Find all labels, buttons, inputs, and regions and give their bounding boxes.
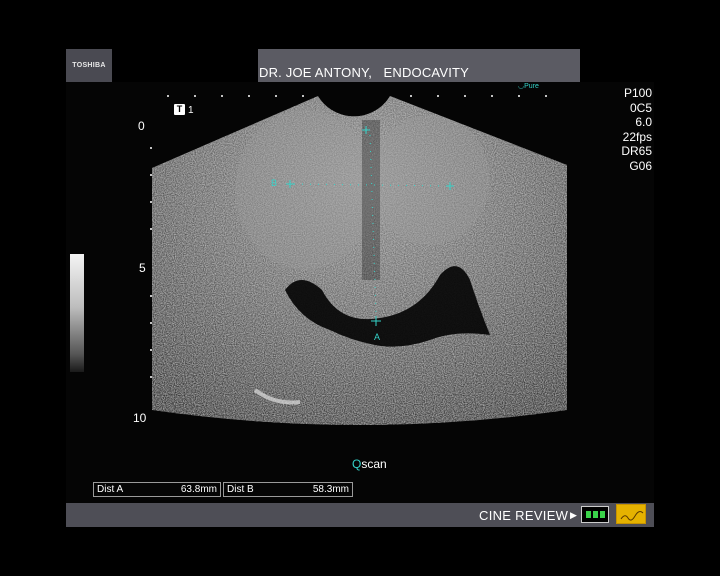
param-probe: 0C5 bbox=[629, 100, 652, 115]
measurement-dist-b: Dist B 58.3mm bbox=[223, 482, 353, 497]
cine-buffer-icon[interactable] bbox=[581, 506, 609, 523]
param-power: P100 bbox=[623, 86, 652, 100]
play-icon[interactable]: ▶ bbox=[570, 510, 577, 521]
caliper-label-b: B bbox=[271, 178, 278, 188]
qscan-rest: scan bbox=[361, 457, 387, 471]
depth-label-10: 10 bbox=[133, 411, 147, 425]
measurement-dist-a: Dist A 63.8mm bbox=[93, 482, 221, 497]
signature-mark bbox=[620, 511, 644, 521]
param-frame-rate: 22fps bbox=[622, 129, 652, 144]
param-gain: G06 bbox=[629, 158, 652, 173]
measurement-label: Dist A bbox=[97, 484, 124, 495]
left-scale-dots bbox=[150, 147, 152, 378]
measurement-value: 58.3mm bbox=[312, 484, 349, 495]
pure-label: Pure bbox=[524, 83, 539, 90]
param-dynamic-range: DR65 bbox=[621, 144, 652, 159]
redaction-block-right bbox=[580, 49, 654, 82]
caliper-label-a: A bbox=[374, 332, 381, 342]
qscan-q: Q bbox=[352, 457, 362, 471]
redaction-block bbox=[112, 49, 258, 82]
top-scale-dots bbox=[167, 95, 547, 97]
signature-logo-icon bbox=[616, 504, 646, 524]
probe-marker-icon: T bbox=[174, 104, 185, 115]
measurement-label: Dist B bbox=[227, 484, 254, 495]
depth-label-0: 0 bbox=[138, 119, 145, 133]
measurement-value: 63.8mm bbox=[180, 484, 217, 495]
pure-tag: ◡Pure bbox=[518, 82, 539, 90]
cine-review-label: CINE REVIEW bbox=[479, 508, 569, 523]
param-frequency: 6.0 bbox=[635, 115, 652, 130]
imaging-parameters: P100 0C5 6.0 22fps DR65 G06 bbox=[608, 86, 652, 174]
grayscale-bar bbox=[70, 254, 84, 372]
brand-logo: TOSHIBA bbox=[66, 49, 112, 82]
depth-label-5: 5 bbox=[139, 261, 146, 275]
probe-marker-number: 1 bbox=[188, 105, 194, 116]
patient-header: DR. JOE ANTONY, ENDOCAVITY bbox=[259, 65, 470, 80]
qscan-label: Qscan bbox=[352, 457, 387, 471]
